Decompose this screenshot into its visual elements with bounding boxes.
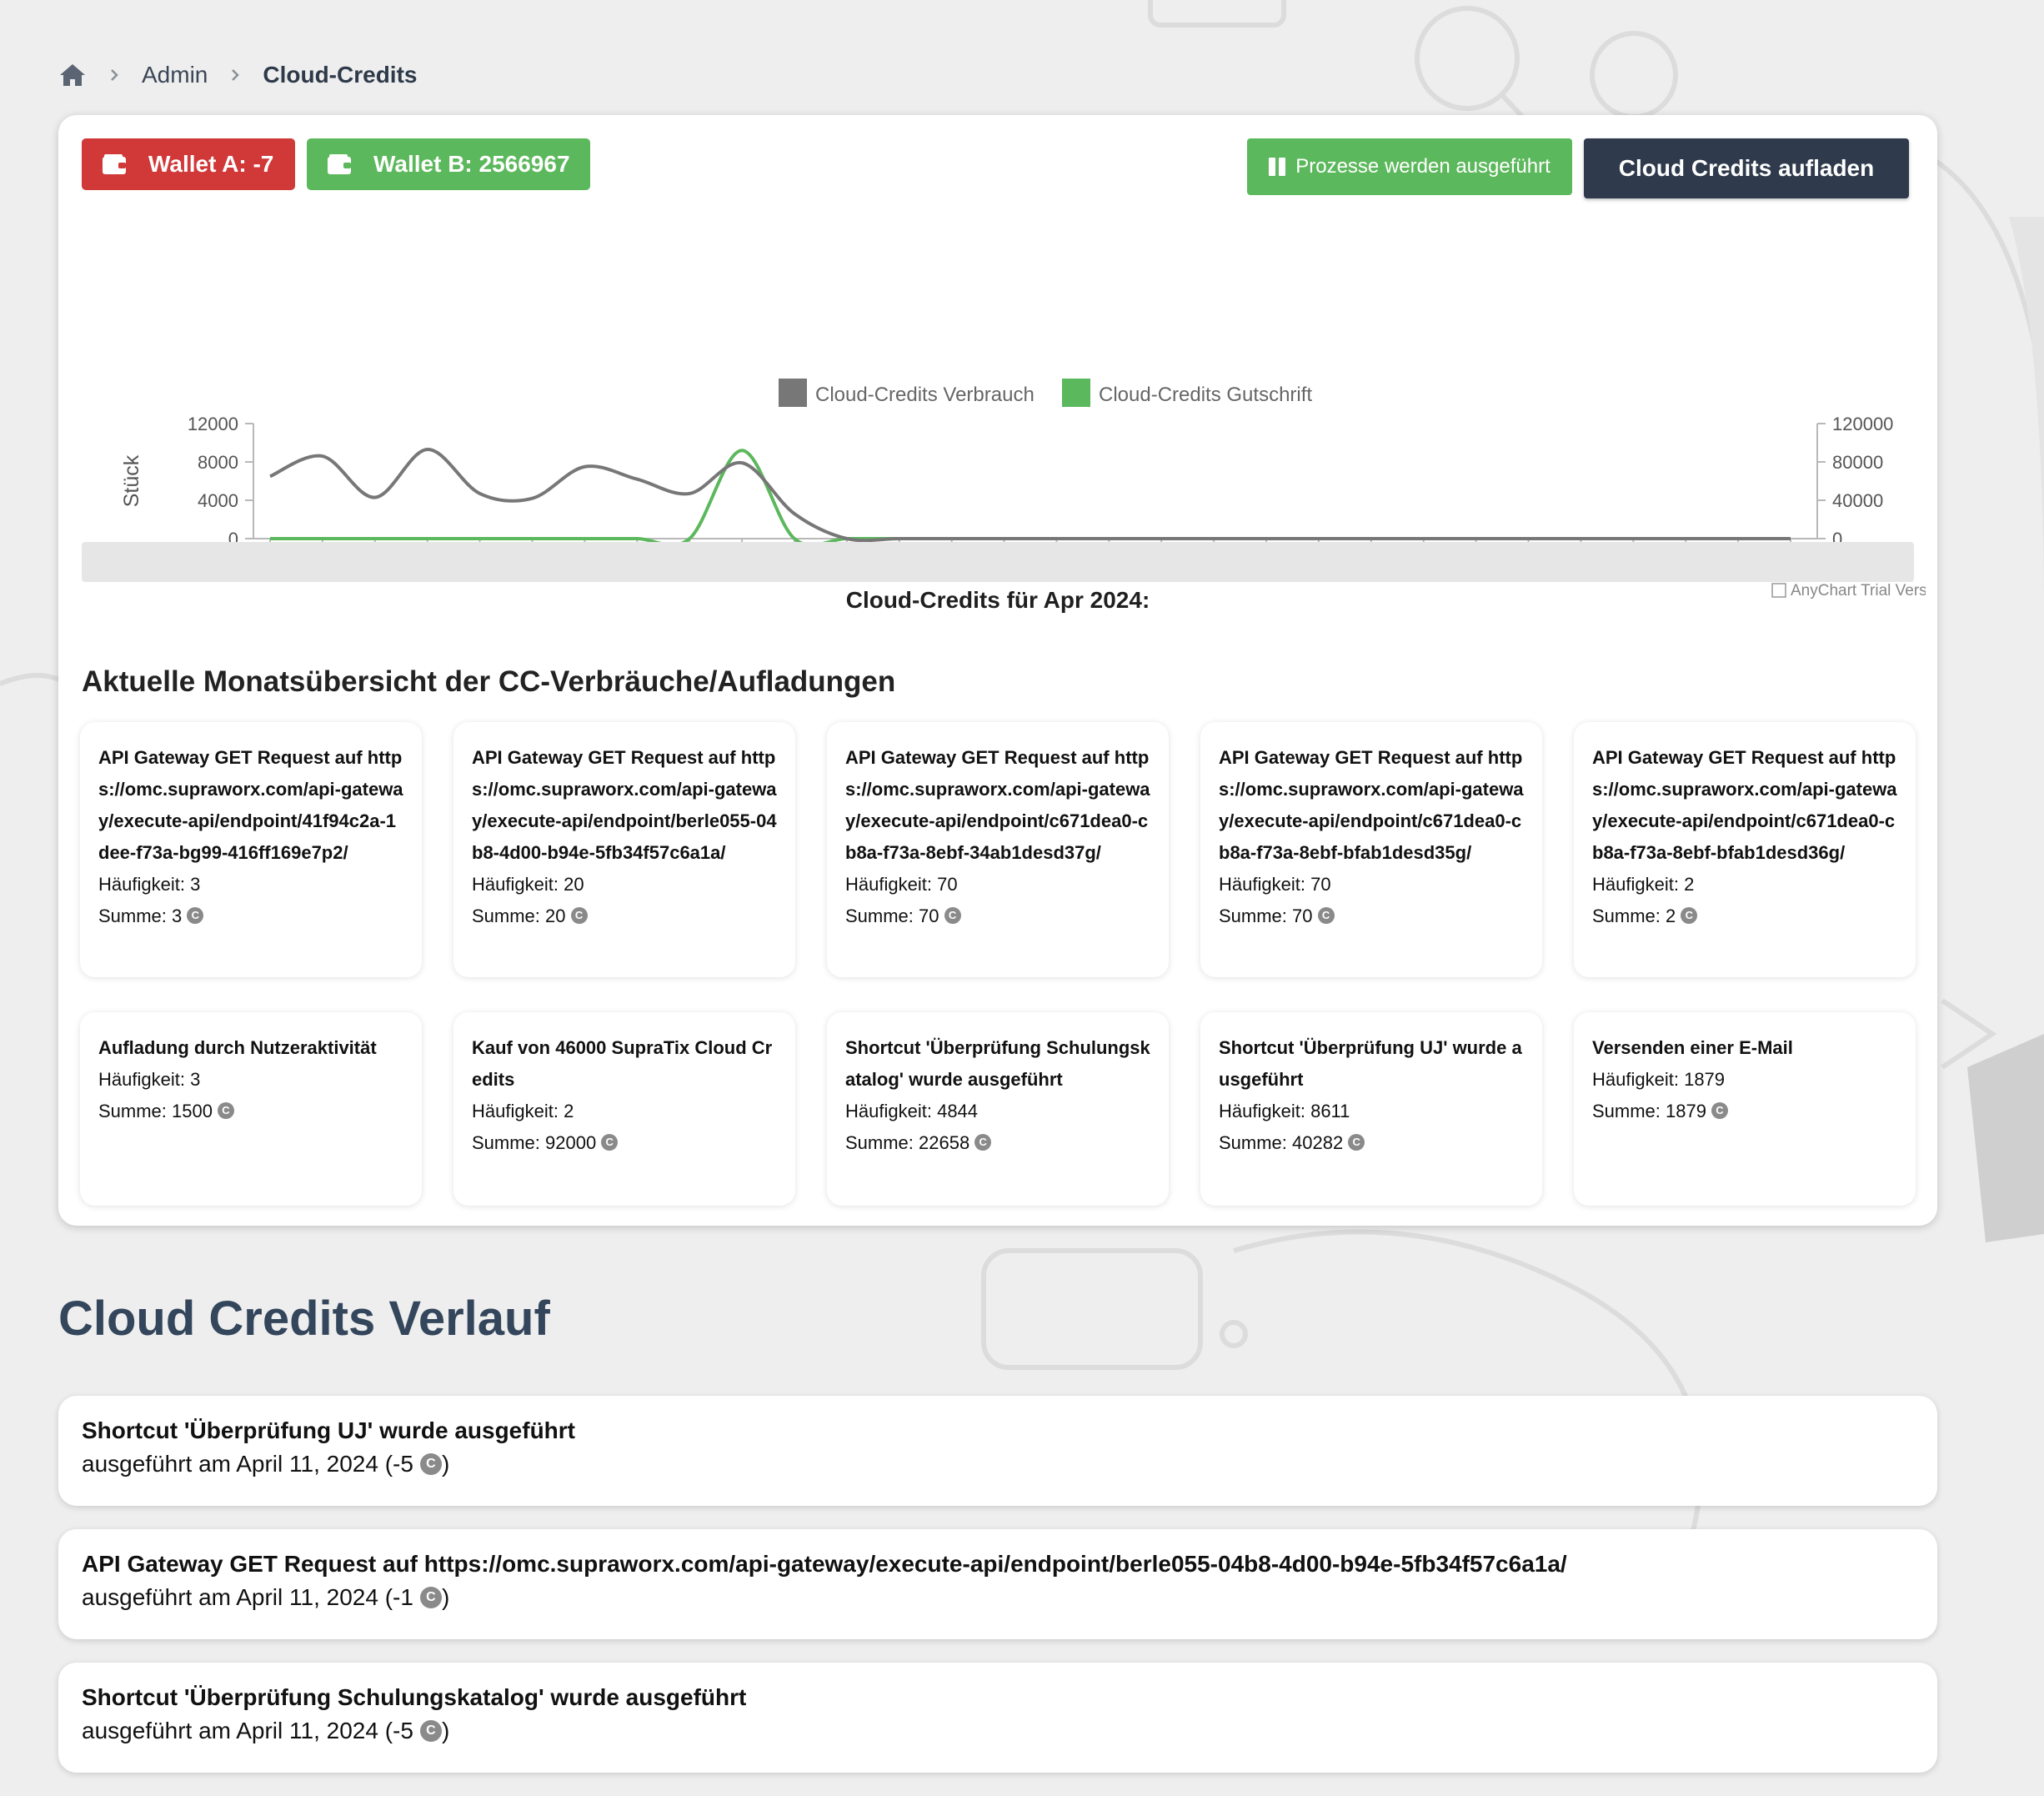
usage-card: Shortcut 'Überprüfung Schulungskatalog' … — [827, 1012, 1169, 1206]
usage-card-sum: Summe: 1500 C — [98, 1096, 405, 1127]
credit-coin-icon: C — [570, 907, 588, 925]
usage-card-sum: Summe: 40282 C — [1219, 1127, 1525, 1159]
wallet-b-label: Wallet B: 2566967 — [373, 151, 570, 177]
overview-title: Aktuelle Monatsübersicht der CC-Verbräuc… — [82, 665, 896, 698]
cloud-credits-panel: Wallet A: -7 Wallet B: 2566967 Prozesse … — [58, 115, 1937, 1226]
usage-card: API Gateway GET Request auf https://omc.… — [1574, 722, 1916, 977]
usage-card-sum: Summe: 1879 C — [1592, 1096, 1899, 1127]
usage-card-sum: Summe: 2C — [1592, 901, 1899, 932]
breadcrumb: Admin Cloud-Credits — [58, 57, 417, 93]
usage-card: Versenden einer E-Mail Häufigkeit: 1879 … — [1574, 1012, 1916, 1206]
usage-card: Shortcut 'Überprüfung UJ' wurde ausgefüh… — [1200, 1012, 1542, 1206]
y-tick-label: 12000 — [188, 414, 238, 434]
history-item-date: ausgeführt am April 11, 2024 (-5 C) — [82, 1718, 450, 1743]
series-line-verbrauch — [269, 448, 1791, 543]
usage-card: API Gateway GET Request auf https://omc.… — [80, 722, 422, 977]
progress-bar — [82, 542, 1914, 582]
usage-card-title: Aufladung durch Nutzeraktivität — [98, 1037, 377, 1058]
credit-coin-icon: C — [1317, 907, 1335, 925]
pause-icon — [1269, 158, 1287, 176]
history-item-date: ausgeführt am April 11, 2024 (-1 C) — [82, 1584, 450, 1610]
usage-card-title: Versenden einer E-Mail — [1592, 1037, 1793, 1058]
usage-card-title: Kauf von 46000 SupraTix Cloud Credits — [472, 1037, 773, 1090]
usage-card-frequency: Häufigkeit: 3 — [98, 874, 201, 895]
usage-card-frequency: Häufigkeit: 8611 — [1219, 1101, 1350, 1121]
y2-tick-label: 120000 — [1832, 414, 1893, 434]
credit-coin-icon: C — [1348, 1134, 1365, 1151]
credit-coin-icon: C — [1711, 1102, 1728, 1120]
y2-tick-label: 40000 — [1832, 490, 1883, 511]
charge-cloud-credits-button[interactable]: Cloud Credits aufladen — [1584, 138, 1909, 198]
credit-coin-icon: C — [218, 1102, 234, 1120]
y-tick-label: 8000 — [198, 452, 238, 473]
credit-coin-icon: C — [944, 907, 961, 925]
usage-card-sum: Summe: 22658 C — [845, 1127, 1152, 1159]
history-title: Cloud Credits Verlauf — [58, 1292, 550, 1346]
usage-card-frequency: Häufigkeit: 20 — [472, 874, 584, 895]
credit-coin-icon: C — [1681, 907, 1698, 925]
credit-coin-icon: C — [974, 1134, 992, 1151]
month-title: Cloud-Credits für Apr 2024: — [845, 587, 1150, 613]
usage-card: Kauf von 46000 SupraTix Cloud Credits Hä… — [453, 1012, 795, 1206]
legend-swatch — [779, 379, 807, 407]
usage-card-frequency: Häufigkeit: 1879 — [1592, 1069, 1726, 1090]
credit-coin-icon: C — [419, 1719, 442, 1742]
breadcrumb-admin[interactable]: Admin — [142, 62, 208, 88]
y2-tick-label: 80000 — [1832, 452, 1883, 473]
usage-card: API Gateway GET Request auf https://omc.… — [453, 722, 795, 977]
history-item-title: Shortcut 'Überprüfung Schulungskatalog' … — [82, 1684, 747, 1710]
history-item-title: API Gateway GET Request auf https://omc.… — [82, 1551, 1567, 1577]
usage-card-frequency: Häufigkeit: 70 — [1219, 874, 1331, 895]
chevron-right-icon — [105, 66, 123, 84]
processes-running-label: Prozesse werden ausgeführt — [1295, 155, 1551, 178]
usage-card-frequency: Häufigkeit: 2 — [472, 1101, 574, 1121]
usage-card-title: API Gateway GET Request auf https://omc.… — [98, 747, 403, 863]
home-icon[interactable] — [58, 63, 87, 88]
credit-coin-icon: C — [419, 1452, 442, 1475]
usage-card-sum: Summe: 3C — [98, 901, 405, 932]
legend-label: Cloud-Credits Verbrauch — [815, 384, 1035, 406]
usage-card-title: API Gateway GET Request auf https://omc.… — [845, 747, 1150, 863]
history-item[interactable]: Shortcut 'Überprüfung UJ' wurde ausgefüh… — [58, 1396, 1937, 1506]
series-line-gutschrift — [270, 449, 1791, 547]
history-item-date: ausgeführt am April 11, 2024 (-5 C) — [82, 1451, 450, 1477]
usage-card-sum: Summe: 70 C — [1219, 901, 1525, 932]
legend-swatch — [1062, 379, 1090, 407]
processes-running-button[interactable]: Prozesse werden ausgeführt — [1247, 138, 1572, 195]
wallet-b-badge: Wallet B: 2566967 — [307, 138, 590, 190]
usage-card-title: Shortcut 'Überprüfung UJ' wurde ausgefüh… — [1219, 1037, 1522, 1090]
usage-card: API Gateway GET Request auf https://omc.… — [827, 722, 1169, 977]
credit-coin-icon: C — [187, 907, 204, 925]
history-item[interactable]: API Gateway GET Request auf https://omc.… — [58, 1529, 1937, 1639]
usage-card-sum: Summe: 20 C — [472, 901, 779, 932]
usage-card: API Gateway GET Request auf https://omc.… — [1200, 722, 1542, 977]
y-tick-label: 4000 — [198, 490, 238, 511]
history-item-title: Shortcut 'Überprüfung UJ' wurde ausgefüh… — [82, 1417, 575, 1443]
wallet-icon — [102, 153, 127, 175]
usage-card: Aufladung durch Nutzeraktivität Häufigke… — [80, 1012, 422, 1206]
usage-card-title: API Gateway GET Request auf https://omc.… — [1592, 747, 1897, 863]
history-item[interactable]: Shortcut 'Überprüfung Schulungskatalog' … — [58, 1663, 1937, 1773]
usage-card-frequency: Häufigkeit: 2 — [1592, 874, 1695, 895]
legend-label: Cloud-Credits Gutschrift — [1099, 384, 1312, 406]
wallet-icon — [327, 153, 352, 175]
usage-card-frequency: Häufigkeit: 4844 — [845, 1101, 979, 1121]
y-axis-title: Stück — [120, 454, 143, 507]
usage-card-title: API Gateway GET Request auf https://omc.… — [1219, 747, 1524, 863]
chevron-right-icon — [226, 66, 244, 84]
cloud-credits-page: Admin Cloud-Credits Wallet A: -7 Wallet … — [0, 0, 2044, 1796]
usage-card-title: Shortcut 'Überprüfung Schulungskatalog' … — [845, 1037, 1150, 1090]
wallet-a-label: Wallet A: -7 — [148, 151, 274, 177]
usage-card-sum: Summe: 70 C — [845, 901, 1152, 932]
wallet-a-badge: Wallet A: -7 — [82, 138, 295, 190]
usage-card-title: API Gateway GET Request auf https://omc.… — [472, 747, 777, 863]
usage-card-sum: Summe: 92000 C — [472, 1127, 779, 1159]
credit-coin-icon: C — [601, 1134, 619, 1151]
usage-card-frequency: Häufigkeit: 70 — [845, 874, 958, 895]
usage-card-frequency: Häufigkeit: 3 — [98, 1069, 201, 1090]
breadcrumb-cloud-credits: Cloud-Credits — [263, 62, 418, 88]
credit-coin-icon: C — [419, 1586, 442, 1608]
